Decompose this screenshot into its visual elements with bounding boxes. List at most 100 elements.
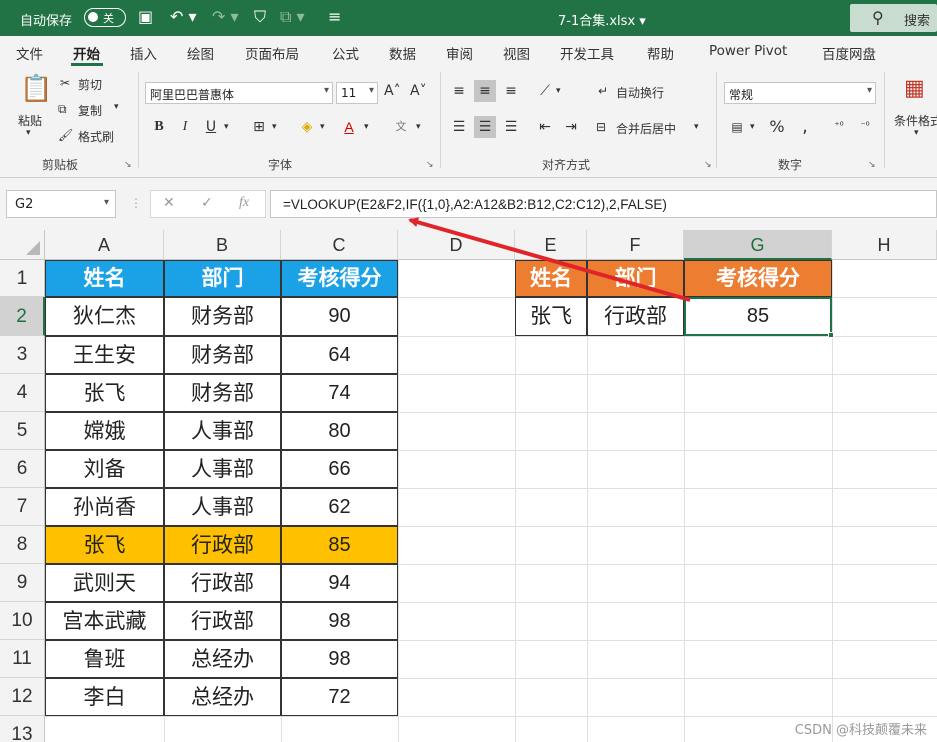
row-header-1[interactable]: 1 xyxy=(0,260,45,297)
underline-button[interactable]: U xyxy=(200,116,222,138)
font-launcher-icon[interactable]: ↘ xyxy=(426,160,434,170)
orientation-chevron-icon[interactable]: ▾ xyxy=(556,86,561,96)
align-middle-icon[interactable]: ≡ xyxy=(474,80,496,102)
number-launcher-icon[interactable]: ↘ xyxy=(868,160,876,170)
formula-bar-grip-icon[interactable]: ⋮ xyxy=(130,196,142,210)
fill-color-chevron-icon[interactable]: ▾ xyxy=(320,122,325,132)
column-header-e[interactable]: E xyxy=(515,230,587,260)
tab-developer[interactable]: 开发工具 xyxy=(560,43,614,63)
row-header-11[interactable]: 11 xyxy=(0,640,45,678)
table-cell[interactable]: 狄仁杰 xyxy=(45,297,164,336)
column-header-c[interactable]: C xyxy=(281,230,398,260)
conditional-format-chevron-icon[interactable]: ▾ xyxy=(914,128,919,138)
column-header-f[interactable]: F xyxy=(587,230,684,260)
phonetic-icon[interactable]: 文 xyxy=(390,116,412,138)
formula-input[interactable]: =VLOOKUP(E2&F2,IF({1,0},A2:A12&B2:B12,C2… xyxy=(270,190,937,218)
copy-icon[interactable]: ⧉ xyxy=(58,102,67,117)
copy-chevron-icon[interactable]: ▾ xyxy=(114,102,119,112)
wrap-text-icon[interactable]: ↵ xyxy=(598,84,608,98)
lookup-value-cell[interactable]: 张飞 xyxy=(515,297,587,336)
table-cell[interactable]: 94 xyxy=(281,564,398,602)
table-cell[interactable]: 王生安 xyxy=(45,336,164,374)
table-cell[interactable]: 总经办 xyxy=(164,678,281,716)
table-cell[interactable]: 孙尚香 xyxy=(45,488,164,526)
table-cell[interactable]: 财务部 xyxy=(164,336,281,374)
row-header-3[interactable]: 3 xyxy=(0,336,45,374)
table-cell[interactable]: 鲁班 xyxy=(45,640,164,678)
align-bottom-icon[interactable]: ≡ xyxy=(500,80,522,102)
row-header-6[interactable]: 6 xyxy=(0,450,45,488)
row-header-9[interactable]: 9 xyxy=(0,564,45,602)
paste-icon[interactable]: 📋 xyxy=(20,74,52,104)
table-cell[interactable]: 人事部 xyxy=(164,450,281,488)
format-painter-button[interactable]: 格式刷 xyxy=(78,128,114,145)
lookup-value-cell[interactable]: 行政部 xyxy=(587,297,684,336)
fill-handle[interactable] xyxy=(828,332,834,338)
name-box[interactable]: G2 ▾ xyxy=(6,190,116,218)
table-header-cell[interactable]: 部门 xyxy=(164,260,281,297)
enter-icon[interactable]: ✓ xyxy=(201,195,213,211)
table-cell[interactable]: 72 xyxy=(281,678,398,716)
cut-button[interactable]: 剪切 xyxy=(78,76,102,93)
alignment-launcher-icon[interactable]: ↘ xyxy=(704,160,712,170)
customize-quick-access-icon[interactable]: ≡ xyxy=(328,7,341,27)
table-cell[interactable]: 武则天 xyxy=(45,564,164,602)
table-cell[interactable]: 刘备 xyxy=(45,450,164,488)
cut-icon[interactable]: ✂ xyxy=(60,76,70,90)
tab-help[interactable]: 帮助 xyxy=(647,43,674,63)
table-cell[interactable]: 人事部 xyxy=(164,488,281,526)
table-cell[interactable]: 90 xyxy=(281,297,398,336)
table-cell[interactable]: 嫦娥 xyxy=(45,412,164,450)
font-name-select[interactable]: 阿里巴巴普惠体 ▾ xyxy=(145,82,333,104)
cancel-icon[interactable]: ✕ xyxy=(163,195,175,211)
copy-button[interactable]: 复制 xyxy=(78,102,102,119)
tab-insert[interactable]: 插入 xyxy=(130,43,157,63)
merge-center-chevron-icon[interactable]: ▾ xyxy=(694,122,699,132)
row-header-13[interactable]: 13 xyxy=(0,716,45,742)
tab-file[interactable]: 文件 xyxy=(16,43,43,63)
table-cell[interactable]: 人事部 xyxy=(164,412,281,450)
italic-button[interactable]: I xyxy=(174,116,196,138)
tab-baidu-netdisk[interactable]: 百度网盘 xyxy=(822,43,876,63)
row-header-10[interactable]: 10 xyxy=(0,602,45,640)
comma-style-icon[interactable]: , xyxy=(794,116,816,138)
lookup-header-cell[interactable]: 部门 xyxy=(587,260,684,297)
table-cell[interactable]: 62 xyxy=(281,488,398,526)
table-cell[interactable]: 张飞 xyxy=(45,374,164,412)
tab-power-pivot[interactable]: Power Pivot xyxy=(709,43,787,59)
format-painter-icon[interactable]: 🖌 xyxy=(58,128,73,142)
filter-icon[interactable]: ⛉ xyxy=(254,7,266,27)
row-header-4[interactable]: 4 xyxy=(0,374,45,412)
accounting-format-icon[interactable]: ▤ xyxy=(726,116,748,138)
decrease-indent-icon[interactable]: ⇤ xyxy=(534,116,556,138)
font-size-select[interactable]: 11 ▾ xyxy=(336,82,378,104)
conditional-format-icon[interactable]: ▦ xyxy=(904,76,925,101)
column-header-b[interactable]: B xyxy=(164,230,281,260)
column-header-g[interactable]: G xyxy=(684,230,832,260)
tab-view[interactable]: 视图 xyxy=(503,43,530,63)
phonetic-chevron-icon[interactable]: ▾ xyxy=(416,122,421,132)
paste-button[interactable]: 粘贴 xyxy=(18,112,42,129)
insert-function-icon[interactable]: fx xyxy=(239,195,249,211)
accounting-chevron-icon[interactable]: ▾ xyxy=(750,122,755,132)
table-header-cell[interactable]: 考核得分 xyxy=(281,260,398,297)
table-cell[interactable]: 财务部 xyxy=(164,297,281,336)
search-box[interactable]: ⚲ 搜索 xyxy=(850,4,937,32)
tab-home[interactable]: 开始 xyxy=(73,43,100,63)
table-cell[interactable]: 98 xyxy=(281,640,398,678)
format-icon[interactable]: ⧉ ▾ xyxy=(280,7,305,27)
autosave-toggle[interactable]: 关 xyxy=(84,8,126,27)
increase-font-icon[interactable]: A˄ xyxy=(384,83,401,99)
table-cell[interactable]: 80 xyxy=(281,412,398,450)
table-cell[interactable]: 李白 xyxy=(45,678,164,716)
table-cell[interactable]: 行政部 xyxy=(164,602,281,640)
number-format-select[interactable]: 常规 ▾ xyxy=(724,82,876,104)
tab-page-layout[interactable]: 页面布局 xyxy=(245,43,299,63)
table-cell[interactable]: 总经办 xyxy=(164,640,281,678)
select-all-button[interactable] xyxy=(0,230,45,260)
wrap-text-button[interactable]: 自动换行 xyxy=(616,84,664,101)
table-cell[interactable]: 64 xyxy=(281,336,398,374)
percent-style-icon[interactable]: % xyxy=(766,116,788,138)
column-header-h[interactable]: H xyxy=(832,230,937,260)
merge-center-button[interactable]: 合并后居中 xyxy=(616,120,676,137)
